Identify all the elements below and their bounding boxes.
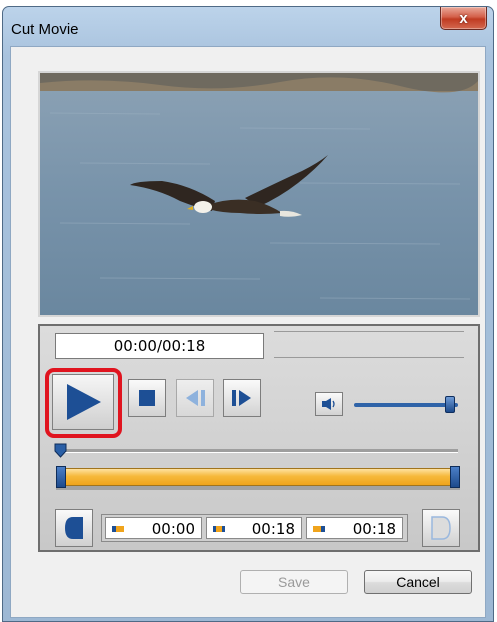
- playback-control-panel: 00:00/00:18 00:00 00:18 00:18: [38, 324, 480, 552]
- set-start-button[interactable]: [55, 509, 93, 547]
- volume-slider-thumb[interactable]: [445, 396, 456, 413]
- seek-slider-track[interactable]: [56, 449, 458, 453]
- set-start-icon: [65, 517, 83, 539]
- save-button[interactable]: Save: [240, 570, 348, 594]
- cancel-button[interactable]: Cancel: [364, 570, 472, 594]
- seek-slider-thumb[interactable]: [54, 443, 67, 458]
- play-button[interactable]: [52, 374, 114, 430]
- stop-button[interactable]: [128, 379, 166, 417]
- window-title: Cut Movie: [11, 21, 79, 38]
- eagle-video-frame: [40, 73, 478, 315]
- close-button[interactable]: x: [440, 7, 487, 30]
- time-display: 00:00/00:18: [55, 333, 264, 359]
- video-preview: [38, 71, 480, 317]
- close-icon: x: [459, 9, 468, 27]
- panel-divider: [274, 357, 464, 358]
- previous-frame-button[interactable]: [176, 379, 214, 417]
- set-end-button[interactable]: [422, 509, 460, 547]
- duration-value: 00:18: [352, 520, 396, 538]
- end-time-value: 00:18: [251, 520, 295, 538]
- end-time-field[interactable]: 00:18: [206, 517, 302, 539]
- dialog-client-area: 00:00/00:18 00:00 00:18 00:18 Save Cance…: [10, 46, 486, 618]
- start-time-value: 00:00: [151, 520, 195, 538]
- range-marker-icon: [213, 526, 225, 532]
- duration-field[interactable]: 00:18: [306, 517, 403, 539]
- next-frame-icon: [232, 390, 251, 406]
- panel-divider: [274, 331, 464, 332]
- volume-button[interactable]: [315, 392, 343, 416]
- speaker-icon: [322, 398, 335, 410]
- cut-range-bar-shadow: [56, 486, 460, 490]
- volume-slider-track[interactable]: [354, 403, 458, 407]
- cut-time-fields: 00:00 00:18 00:18: [101, 514, 408, 542]
- cut-end-handle[interactable]: [450, 466, 460, 488]
- cut-range-bar[interactable]: [56, 468, 460, 486]
- play-icon: [67, 384, 101, 420]
- next-frame-button[interactable]: [223, 379, 261, 417]
- previous-frame-icon: [186, 390, 205, 406]
- start-time-field[interactable]: 00:00: [105, 517, 202, 539]
- start-marker-icon: [112, 526, 124, 532]
- end-marker-icon: [313, 526, 325, 532]
- cut-movie-dialog: Cut Movie x 00:00/00:18 00:00 00:18 00:1…: [2, 6, 494, 622]
- stop-icon: [139, 390, 155, 406]
- set-end-icon: [431, 516, 451, 540]
- cut-start-handle[interactable]: [56, 466, 66, 488]
- title-bar: Cut Movie x: [3, 7, 493, 47]
